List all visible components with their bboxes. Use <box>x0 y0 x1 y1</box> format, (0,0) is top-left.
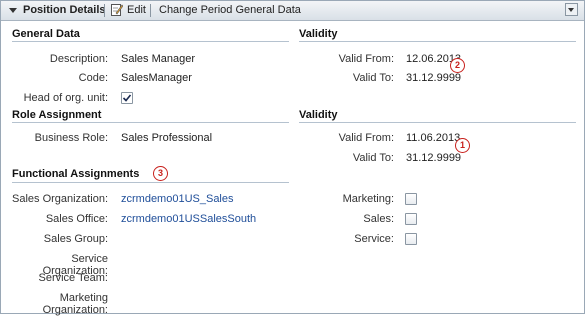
sales-office-label: Sales Office: <box>45 213 108 225</box>
position-details-panel: Position Details Edit Change Period Gene… <box>0 0 585 316</box>
sales-organization-label: Sales Organization: <box>12 193 108 205</box>
sales-label: Sales: <box>363 213 394 225</box>
change-period-button[interactable]: Change Period General Data <box>159 4 301 16</box>
panel-header: Position Details Edit Change Period Gene… <box>1 1 584 21</box>
head-of-org-unit-label: Head of org. unit: <box>23 92 108 104</box>
service-label: Service: <box>354 233 394 245</box>
callout-badge-2: 2 <box>450 58 465 73</box>
role-assignment-heading: Role Assignment <box>12 109 102 121</box>
valid-from-label: Valid From: <box>338 53 394 65</box>
sales-checkbox[interactable] <box>405 213 417 225</box>
code-label: Code: <box>78 72 108 84</box>
functional-assignments-heading: Functional Assignments <box>12 168 140 180</box>
callout-badge-1: 1 <box>455 138 470 153</box>
valid-to-value: 31.12.9999 <box>406 72 462 84</box>
head-of-org-unit-checkbox[interactable] <box>121 92 133 104</box>
marketing-label: Marketing: <box>342 193 394 205</box>
collapse-triangle-icon[interactable] <box>9 8 17 13</box>
business-role-label: Business Role: <box>34 132 108 144</box>
edit-pencil-icon[interactable] <box>111 3 123 16</box>
valid-to-label: Valid To: <box>352 152 394 164</box>
marketing-organization-label: Marketing Organization: <box>42 292 108 316</box>
validity-heading-role: Validity <box>299 109 338 121</box>
panel-menu-dropdown[interactable] <box>565 3 578 16</box>
sales-group-label: Sales Group: <box>43 233 108 245</box>
sales-office-link[interactable]: zcrmdemo01USSalesSouth <box>121 213 256 225</box>
section-divider <box>299 41 576 42</box>
callout-badge-3: 3 <box>153 166 168 181</box>
code-value: SalesManager <box>121 72 192 84</box>
valid-from-label: Valid From: <box>338 132 394 144</box>
section-divider <box>299 122 576 123</box>
validity-heading-general: Validity <box>299 28 338 40</box>
general-data-heading: General Data <box>12 28 80 40</box>
checkmark-icon <box>122 94 132 102</box>
section-divider <box>12 182 289 183</box>
description-label: Description: <box>49 53 108 65</box>
toolbar-separator <box>150 4 151 17</box>
marketing-checkbox[interactable] <box>405 193 417 205</box>
valid-to-label: Valid To: <box>352 72 394 84</box>
section-divider <box>12 41 289 42</box>
edit-button[interactable]: Edit <box>127 4 146 16</box>
business-role-value: Sales Professional <box>121 132 213 144</box>
sales-organization-link[interactable]: zcrmdemo01US_Sales <box>121 193 234 205</box>
service-checkbox[interactable] <box>405 233 417 245</box>
valid-from-value: 11.06.2013 <box>406 132 461 144</box>
service-team-label: Service Team: <box>38 272 109 284</box>
section-divider <box>12 122 289 123</box>
panel-title: Position Details <box>23 4 106 16</box>
valid-to-value: 31.12.9999 <box>406 152 462 164</box>
description-value: Sales Manager <box>121 53 195 65</box>
toolbar-separator <box>104 4 105 17</box>
